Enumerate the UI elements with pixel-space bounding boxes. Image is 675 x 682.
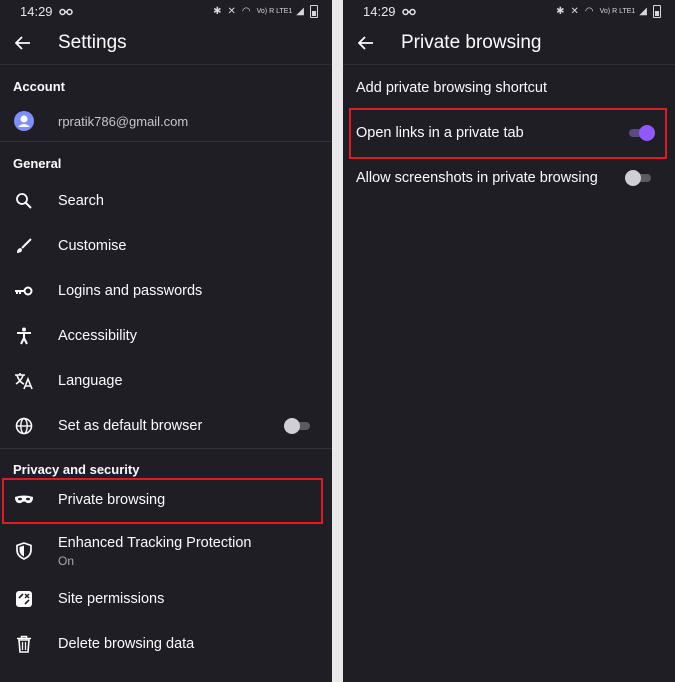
status-time: 14:29: [363, 3, 396, 19]
brush-icon: [13, 235, 35, 257]
item-label: Set as default browser: [58, 417, 203, 434]
item-sublabel: On: [58, 553, 75, 568]
signal-icon: ◢: [296, 5, 306, 17]
signal-text: Vo) R LTE1: [599, 7, 636, 15]
page-title: Settings: [58, 32, 127, 53]
settings-screen: 14:29 ✱ ✕ ◠ Vo) R LTE1 ◢ Settings Accoun…: [0, 0, 332, 682]
signal-icon: ◢: [639, 5, 649, 17]
mute-icon: ✕: [570, 5, 581, 17]
item-label: Delete browsing data: [58, 635, 195, 652]
battery-icon: [310, 4, 318, 18]
item-label: Customise: [58, 237, 127, 254]
status-bar: 14:29 ✱ ✕ ◠ Vo) R LTE1 ◢: [343, 0, 675, 22]
section-account: Account: [13, 79, 65, 94]
item-label: Logins and passwords: [58, 282, 203, 299]
settings-item-site-permissions[interactable]: Site permissions: [0, 576, 332, 621]
settings-item-delete-data[interactable]: Delete browsing data: [0, 621, 332, 666]
globe-icon: [13, 415, 35, 437]
item-label: Private browsing: [58, 492, 166, 508]
mute-icon: ✕: [227, 5, 238, 17]
allow-screenshots-item[interactable]: Allow screenshots in private browsing: [343, 155, 675, 200]
back-arrow-icon[interactable]: [355, 32, 377, 54]
app-bar: Private browsing: [343, 22, 675, 65]
wifi-icon: ◠: [584, 5, 596, 17]
settings-item-tracking-protection[interactable]: Enhanced Tracking Protection On: [0, 526, 332, 576]
allow-screenshots-toggle[interactable]: [625, 169, 653, 186]
item-label: Open links in a private tab: [356, 124, 524, 141]
settings-item-accessibility[interactable]: Accessibility: [0, 313, 332, 358]
account-email: rpratik786@gmail.com: [58, 113, 189, 129]
open-links-private-item[interactable]: Open links in a private tab: [343, 110, 675, 155]
settings-item-private-browsing[interactable]: Private browsing: [0, 480, 332, 520]
settings-item-default-browser[interactable]: Set as default browser: [0, 403, 332, 448]
key-icon: [13, 280, 35, 302]
item-label: Add private browsing shortcut: [356, 79, 548, 96]
section-general: General: [13, 156, 62, 171]
incognito-status-icon: [58, 4, 73, 19]
translate-icon: [13, 370, 35, 392]
item-label: Search: [58, 192, 104, 209]
status-time: 14:29: [20, 3, 53, 19]
section-privacy: Privacy and security: [13, 462, 140, 477]
default-browser-toggle[interactable]: [284, 417, 312, 434]
back-arrow-icon[interactable]: [12, 32, 34, 54]
bluetooth-icon: ✱: [556, 5, 567, 17]
status-icons: ✱ ✕ ◠ Vo) R LTE1 ◢: [556, 4, 661, 18]
settings-item-language[interactable]: Language: [0, 358, 332, 403]
add-shortcut-item[interactable]: Add private browsing shortcut: [343, 65, 675, 110]
settings-item-logins[interactable]: Logins and passwords: [0, 268, 332, 313]
item-label: Site permissions: [58, 590, 165, 607]
status-bar: 14:29 ✱ ✕ ◠ Vo) R LTE1 ◢: [0, 0, 332, 22]
account-item[interactable]: rpratik786@gmail.com: [0, 101, 332, 141]
item-label: Enhanced Tracking Protection: [58, 534, 252, 551]
signal-text: Vo) R LTE1: [256, 7, 293, 15]
incognito-status-icon: [401, 4, 416, 19]
app-bar: Settings: [0, 22, 332, 65]
settings-item-customise[interactable]: Customise: [0, 223, 332, 268]
trash-icon: [13, 633, 35, 655]
shield-icon: [13, 540, 35, 562]
avatar-icon: [13, 110, 35, 132]
wifi-icon: ◠: [241, 5, 253, 17]
settings-item-search[interactable]: Search: [0, 178, 332, 223]
item-label: Accessibility: [58, 327, 137, 344]
open-links-private-toggle[interactable]: [627, 124, 655, 141]
private-browsing-screen: 14:29 ✱ ✕ ◠ Vo) R LTE1 ◢ Private browsin…: [343, 0, 675, 682]
mask-icon: [13, 489, 35, 511]
item-label: Allow screenshots in private browsing: [356, 169, 598, 186]
bluetooth-icon: ✱: [213, 5, 224, 17]
page-title: Private browsing: [401, 32, 542, 53]
search-icon: [13, 190, 35, 212]
battery-icon: [653, 4, 661, 18]
accessibility-icon: [13, 325, 35, 347]
item-label: Language: [58, 372, 123, 389]
status-icons: ✱ ✕ ◠ Vo) R LTE1 ◢: [213, 4, 318, 18]
permissions-icon: [13, 588, 35, 610]
